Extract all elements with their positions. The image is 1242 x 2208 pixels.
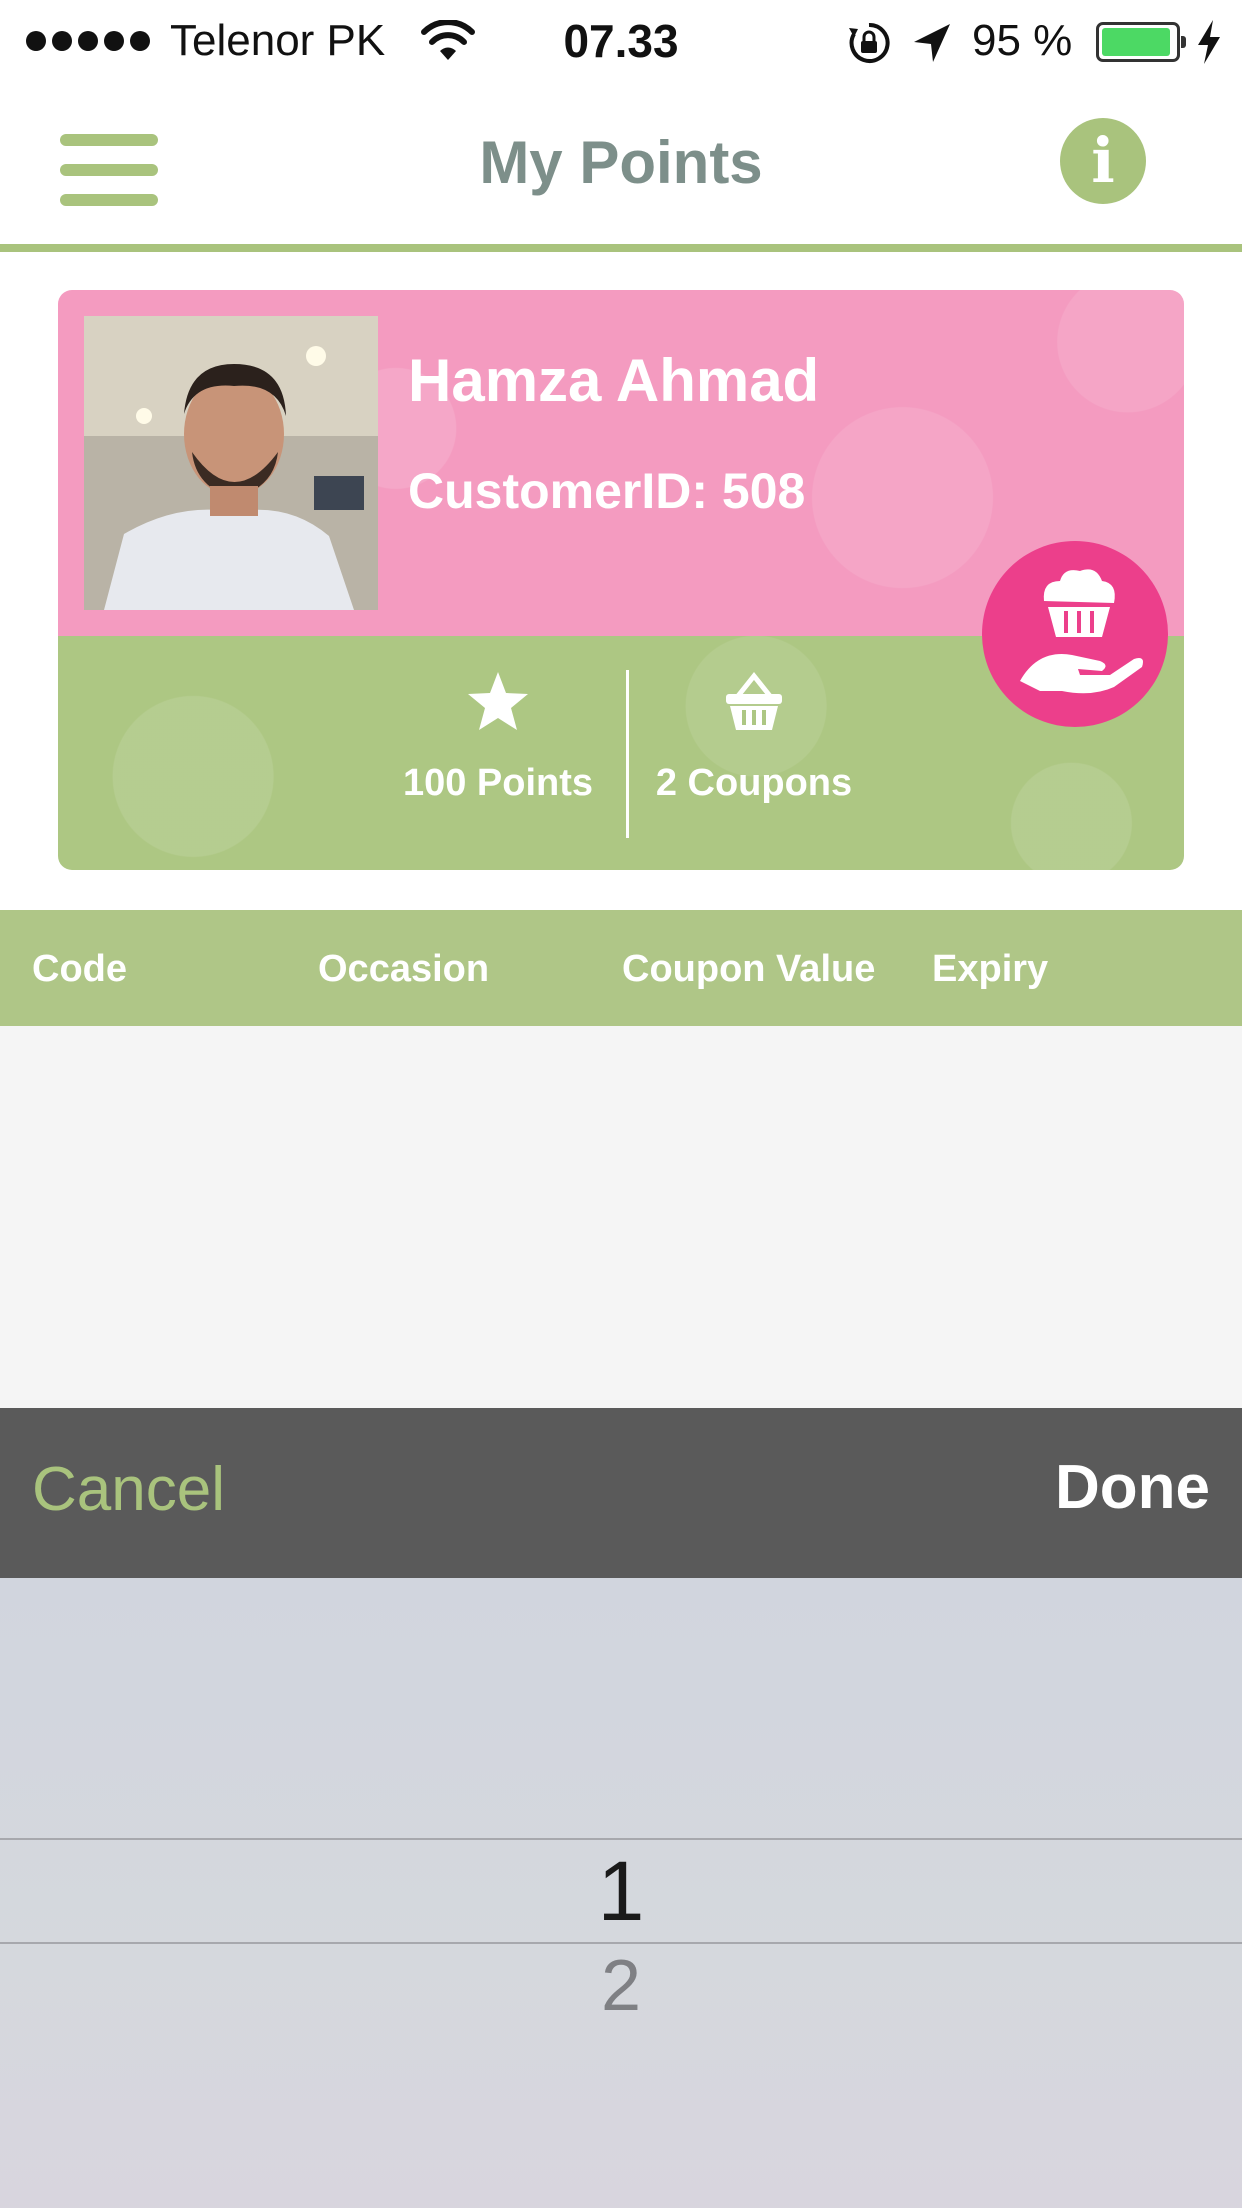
info-icon[interactable]: i — [1060, 118, 1146, 204]
cupcake-hand-icon[interactable] — [982, 541, 1168, 727]
coupons-stat[interactable]: 2 Coupons — [639, 670, 869, 805]
cancel-button[interactable]: Cancel — [32, 1454, 225, 1525]
customer-id: CustomerID: 508 — [408, 463, 806, 519]
avatar — [84, 316, 378, 610]
user-name: Hamza Ahmad — [408, 347, 820, 414]
navigation-bar: My Points i — [0, 84, 1242, 252]
battery-icon — [1096, 22, 1186, 62]
battery-percent: 95 % — [972, 16, 1073, 65]
column-header-code: Code — [32, 948, 127, 990]
coupons-label: 2 Coupons — [655, 762, 853, 804]
star-icon — [468, 672, 528, 730]
stats-divider — [626, 670, 629, 838]
coupon-table-body — [0, 1026, 1242, 1408]
points-label: 100 Points — [402, 762, 594, 804]
status-bar: Telenor PK 07.33 95 % — [0, 0, 1242, 84]
rotation-lock-icon — [849, 22, 890, 63]
column-header-coupon-value: Coupon Value — [622, 948, 876, 990]
number-picker[interactable]: 1 2 — [0, 1578, 1242, 2208]
done-button[interactable]: Done — [1055, 1452, 1210, 1523]
picker-selected-value[interactable]: 1 — [0, 1840, 1242, 1942]
picker-option[interactable]: 2 — [0, 1944, 1242, 2028]
points-stat[interactable]: 100 Points — [383, 670, 613, 805]
coupon-table-header: Code Occasion Coupon Value Expiry — [0, 910, 1242, 1026]
basket-icon — [726, 671, 782, 730]
page-title: My Points — [479, 129, 763, 196]
column-header-occasion: Occasion — [318, 948, 490, 990]
column-header-expiry: Expiry — [932, 948, 1049, 990]
picker-toolbar: Cancel Done — [0, 1408, 1242, 1578]
location-arrow-icon — [914, 24, 950, 62]
charging-bolt-icon — [1198, 20, 1220, 64]
